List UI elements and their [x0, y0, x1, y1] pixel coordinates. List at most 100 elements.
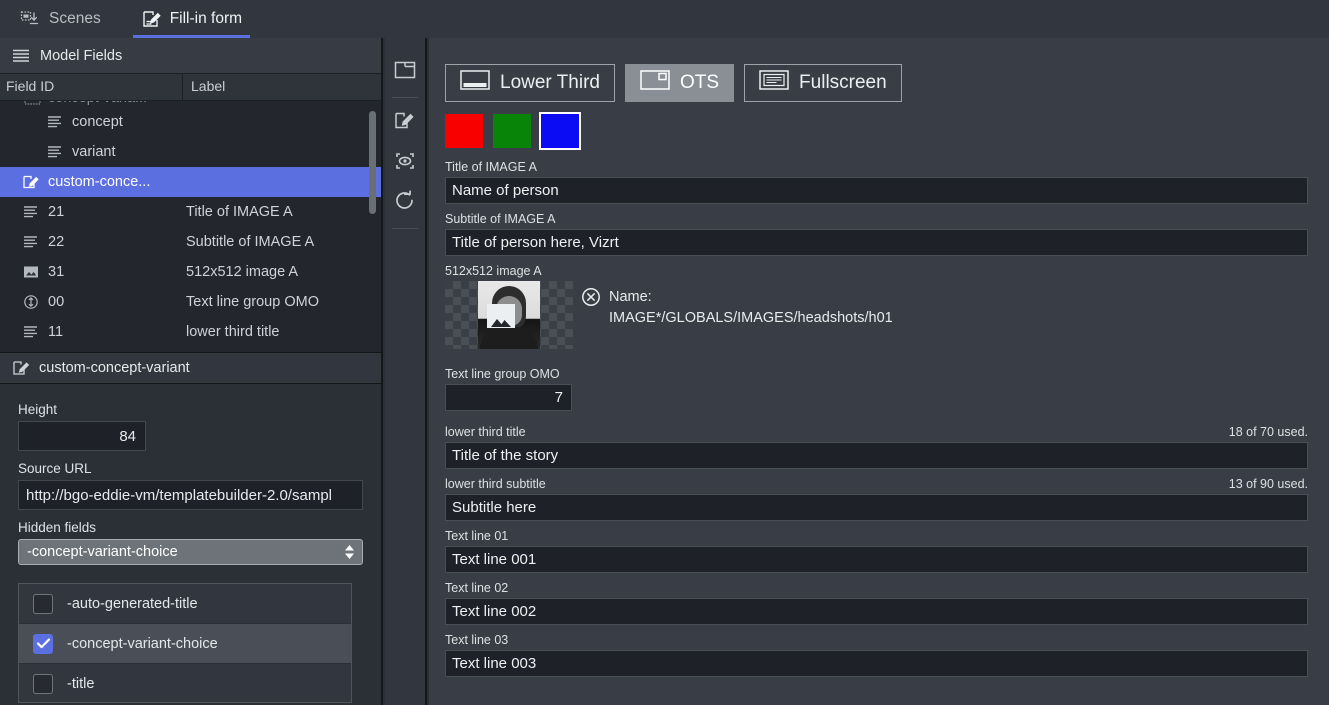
tree-row-selected[interactable]: custom-conce... [0, 167, 381, 197]
tab-fill-in-form-label: Fill-in form [170, 10, 242, 28]
tree-row[interactable]: 21 Title of IMAGE A [0, 197, 381, 227]
source-url-input[interactable]: http://bgo-eddie-vm/templatebuilder-2.0/… [18, 480, 363, 510]
updown-arrow-icon [22, 294, 40, 310]
model-fields-header: Model Fields [0, 38, 381, 74]
field-label: Text line 01 [445, 529, 1308, 543]
checklist-item[interactable]: -concept-variant-choice [19, 624, 351, 664]
model-fields-tree[interactable]: concept-varia... concept variant [0, 101, 381, 352]
field-detail-header: custom-concept-variant [0, 352, 381, 384]
fullscreen-icon [759, 69, 789, 97]
tab-scenes[interactable]: Scenes [0, 0, 121, 38]
app-root: Scenes Fill-in form Model Fields [0, 0, 1329, 705]
tree-scrollbar[interactable] [369, 111, 376, 214]
checklist-item[interactable]: -auto-generated-title [19, 584, 351, 624]
swatch-red[interactable] [445, 114, 483, 148]
tree-row[interactable]: 11 lower third title [0, 317, 381, 347]
model-fields-title: Model Fields [40, 48, 122, 64]
tree-row-id: concept [72, 114, 123, 130]
ots-icon [640, 69, 670, 97]
tree-row-label: lower third title [183, 324, 381, 340]
subtitle-of-image-a-input[interactable]: Title of person here, Vizrt [445, 229, 1308, 256]
rail-divider [392, 97, 418, 98]
segment-fullscreen[interactable]: Fullscreen [744, 64, 902, 102]
tree-row-id: 22 [48, 234, 64, 250]
text-line-02-input[interactable]: Text line 002 [445, 598, 1308, 625]
image-thumbnail[interactable] [445, 281, 573, 349]
lower-third-icon [460, 69, 490, 97]
text-lines-icon [46, 144, 64, 160]
source-url-label: Source URL [18, 461, 363, 476]
field-label: Text line group OMO [445, 367, 1308, 381]
tab-fill-in-form[interactable]: Fill-in form [121, 0, 262, 38]
tree-row-label: Title of IMAGE A [183, 204, 381, 220]
checkbox-checked-icon[interactable] [33, 634, 53, 654]
lower-third-title-input[interactable]: Title of the story [445, 442, 1308, 469]
checkbox-unchecked-icon[interactable] [33, 674, 53, 694]
preview-eye-icon [394, 151, 416, 176]
rail-button-panel[interactable] [384, 52, 426, 92]
rail-button-preview[interactable] [384, 143, 426, 183]
checklist-item-label: -title [67, 676, 94, 692]
edit-form-icon [22, 174, 40, 190]
image-metadata: Name: IMAGE*/GLOBALS/IMAGES/headshots/h0… [609, 281, 893, 329]
field-label: lower third subtitle [445, 477, 546, 491]
segment-ots-label: OTS [680, 72, 719, 94]
checklist-item[interactable]: -title [19, 664, 351, 703]
field-text-line-01: Text line 01 Text line 001 [445, 529, 1308, 573]
text-line-group-omo-input[interactable]: 7 [445, 384, 572, 411]
tree-row[interactable]: variant [0, 137, 381, 167]
tree-row[interactable]: 00 Text line group OMO [0, 287, 381, 317]
tree-row[interactable]: 22 Subtitle of IMAGE A [0, 227, 381, 257]
tree-row-id: variant [72, 144, 116, 160]
tree-row-id: 31 [48, 264, 64, 280]
panel-window-icon [394, 60, 416, 85]
field-detail-title: custom-concept-variant [39, 360, 190, 376]
tool-rail [385, 38, 427, 705]
segment-lower-third[interactable]: Lower Third [445, 64, 615, 102]
swatch-green[interactable] [493, 114, 531, 148]
field-label: 512x512 image A [445, 264, 1308, 278]
tree-row[interactable]: concept [0, 107, 381, 137]
field-text-line-02: Text line 02 Text line 002 [445, 581, 1308, 625]
list-lines-icon [12, 47, 30, 65]
template-type-segmented-control: Lower Third OTS [429, 38, 1329, 102]
text-lines-icon [22, 324, 40, 340]
scenes-import-icon [20, 9, 40, 29]
edit-form-icon [141, 9, 161, 29]
checkbox-unchecked-icon[interactable] [33, 594, 53, 614]
tree-row-id: 00 [48, 294, 64, 310]
title-of-image-a-input[interactable]: Name of person [445, 177, 1308, 204]
column-label: Label [183, 74, 381, 100]
height-input[interactable]: 84 [18, 421, 146, 451]
hidden-fields-checklist[interactable]: -auto-generated-title -concept-variant-c… [18, 583, 352, 703]
updown-chevron-icon [345, 545, 354, 559]
segment-lower-third-label: Lower Third [500, 72, 600, 94]
field-label: Text line 03 [445, 633, 1308, 647]
tree-row-id: 21 [48, 204, 64, 220]
tree-row-label: 512x512 image A [183, 264, 381, 280]
segment-fullscreen-label: Fullscreen [799, 72, 887, 94]
chevron-down-icon[interactable] [8, 101, 18, 103]
rail-button-edit[interactable] [384, 103, 426, 143]
top-tab-bar: Scenes Fill-in form [0, 0, 1329, 38]
edit-form-icon [394, 110, 416, 136]
swatch-blue[interactable] [541, 114, 579, 148]
hidden-fields-select[interactable]: -concept-variant-choice [18, 539, 363, 565]
field-text-line-03: Text line 03 Text line 003 [445, 633, 1308, 677]
tree-row[interactable]: 31 512x512 image A [0, 257, 381, 287]
column-field-id: Field ID [0, 74, 183, 100]
form-fields: Title of IMAGE A Name of person Subtitle… [429, 148, 1329, 677]
rail-button-refresh[interactable] [384, 183, 426, 223]
segment-ots[interactable]: OTS [625, 64, 734, 102]
text-line-03-input[interactable]: Text line 003 [445, 650, 1308, 677]
remove-image-button[interactable] [581, 287, 601, 307]
checklist-item-label: -concept-variant-choice [67, 636, 218, 652]
hidden-fields-selected-value: -concept-variant-choice [27, 544, 178, 560]
char-counter: 18 of 70 used. [1229, 425, 1308, 439]
refresh-icon [394, 190, 416, 216]
text-line-01-input[interactable]: Text line 001 [445, 546, 1308, 573]
tab-scenes-label: Scenes [49, 10, 101, 28]
photo-shoulders [480, 327, 538, 349]
image-name-label: Name: [609, 287, 893, 308]
lower-third-subtitle-input[interactable]: Subtitle here [445, 494, 1308, 521]
